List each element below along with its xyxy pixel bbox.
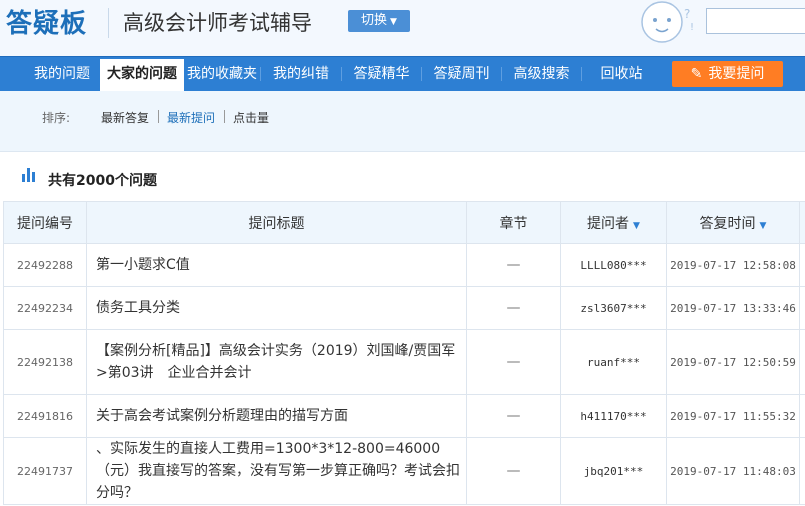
row-extra-cell	[799, 329, 805, 395]
column-header-time-label: 答复时间	[699, 215, 756, 232]
ask-question-label: 我要提问	[708, 66, 765, 82]
sort-divider	[224, 110, 225, 123]
question-count-row: 共有2000个问题	[0, 151, 805, 202]
question-id: 22491816	[3, 394, 87, 438]
question-time: 2019-07-17 11:55:32	[666, 394, 800, 438]
search-input[interactable]	[706, 8, 805, 34]
question-title-link[interactable]: 债务工具分类	[86, 286, 467, 330]
row-extra-cell	[799, 286, 805, 330]
site-logo[interactable]: 答疑板	[6, 3, 87, 40]
sort-option-latest-question[interactable]: 最新提问	[167, 109, 215, 126]
question-asker: jbq201***	[560, 437, 667, 505]
question-table: 提问编号 提问标题 章节 提问者 ▼ 答复时间 ▼ 22492288 第一小题求C值…	[3, 201, 805, 505]
pencil-icon: ✎	[690, 66, 703, 82]
table-row[interactable]: 22492234 债务工具分类 — zsl3607*** 2019-07-17 …	[3, 286, 805, 330]
mascot-icon: ? !	[641, 1, 694, 43]
nav-item-favorites[interactable]: 我的收藏夹	[184, 57, 260, 91]
question-title-link[interactable]: 【案例分析[精品]】高级会计实务（2019）刘国峰/贾国军>第03讲 企业合并会…	[86, 329, 467, 395]
question-title-link[interactable]: 、实际发生的直接人工费用=1300*3*12-800=46000（元）我直接写的…	[86, 437, 467, 505]
table-row[interactable]: 22491737 、实际发生的直接人工费用=1300*3*12-800=4600…	[3, 437, 805, 505]
question-chapter: —	[466, 437, 561, 505]
column-header-id: 提问编号	[3, 201, 87, 244]
bar-chart-icon	[22, 168, 38, 182]
question-count: 共有2000个问题	[48, 173, 157, 189]
question-asker: zsl3607***	[560, 286, 667, 330]
sort-down-icon[interactable]: ▼	[633, 221, 640, 231]
sort-down-icon[interactable]: ▼	[760, 221, 767, 231]
nav-item-weekly[interactable]: 答疑周刊	[422, 57, 501, 91]
table-row[interactable]: 22492138 【案例分析[精品]】高级会计实务（2019）刘国峰/贾国军>第…	[3, 329, 805, 395]
question-title-link[interactable]: 关于高会考试案例分析题理由的描写方面	[86, 394, 467, 438]
sort-option-latest-answer[interactable]: 最新答复	[101, 109, 149, 126]
column-header-title: 提问标题	[86, 201, 467, 244]
column-header-extra	[799, 201, 805, 244]
question-time: 2019-07-17 13:33:46	[666, 286, 800, 330]
nav-item-advanced-search[interactable]: 高级搜索	[502, 57, 581, 91]
question-id: 22492288	[3, 243, 87, 287]
question-chapter: —	[466, 243, 561, 287]
question-time: 2019-07-17 12:50:59	[666, 329, 800, 395]
question-asker: ruanf***	[560, 329, 667, 395]
sort-divider	[158, 110, 159, 123]
svg-text:?: ?	[684, 7, 690, 21]
header-divider	[108, 8, 109, 38]
column-header-chapter: 章节	[466, 201, 561, 244]
column-header-asker[interactable]: 提问者 ▼	[560, 201, 667, 244]
question-id: 22491737	[3, 437, 87, 505]
nav-item-everyone-questions[interactable]: 大家的问题	[100, 59, 184, 91]
column-header-time[interactable]: 答复时间 ▼	[666, 201, 800, 244]
chevron-down-icon: ▼	[390, 17, 397, 27]
svg-text:!: !	[690, 22, 694, 33]
nav-item-my-questions[interactable]: 我的问题	[24, 57, 100, 91]
table-row[interactable]: 22492288 第一小题求C值 — LLLL080*** 2019-07-17…	[3, 243, 805, 287]
nav-item-highlights[interactable]: 答疑精华	[342, 57, 421, 91]
switch-button-label: 切换	[361, 13, 388, 28]
question-id: 22492234	[3, 286, 87, 330]
table-row[interactable]: 22491816 关于高会考试案例分析题理由的描写方面 — h411170***…	[3, 394, 805, 438]
question-asker: LLLL080***	[560, 243, 667, 287]
switch-button[interactable]: 切换 ▼	[348, 10, 410, 32]
question-time: 2019-07-17 12:58:08	[666, 243, 800, 287]
row-extra-cell	[799, 437, 805, 505]
nav-item-recycle-bin[interactable]: 回收站	[582, 57, 661, 91]
sort-option-clicks[interactable]: 点击量	[233, 109, 269, 126]
question-id: 22492138	[3, 329, 87, 395]
nav-item-corrections[interactable]: 我的纠错	[261, 57, 341, 91]
row-extra-cell	[799, 394, 805, 438]
page-title: 高级会计师考试辅导	[123, 11, 312, 35]
column-header-asker-label: 提问者	[587, 215, 630, 232]
question-chapter: —	[466, 286, 561, 330]
row-extra-cell	[799, 243, 805, 287]
question-asker: h411170***	[560, 394, 667, 438]
ask-question-button[interactable]: ✎ 我要提问	[672, 61, 783, 87]
sort-bar: 排序: 最新答复 最新提问 点击量	[0, 91, 805, 151]
question-chapter: —	[466, 394, 561, 438]
table-header-row: 提问编号 提问标题 章节 提问者 ▼ 答复时间 ▼	[3, 201, 805, 244]
question-title-link[interactable]: 第一小题求C值	[86, 243, 467, 287]
main-nav: 我的问题 大家的问题 我的收藏夹 我的纠错 答疑精华 答疑周刊 高级搜索 回收站…	[0, 56, 805, 91]
question-chapter: —	[466, 329, 561, 395]
top-header: 答疑板 高级会计师考试辅导 切换 ▼ ? !	[0, 0, 805, 56]
sort-label: 排序:	[42, 111, 71, 125]
question-time: 2019-07-17 11:48:03	[666, 437, 800, 505]
